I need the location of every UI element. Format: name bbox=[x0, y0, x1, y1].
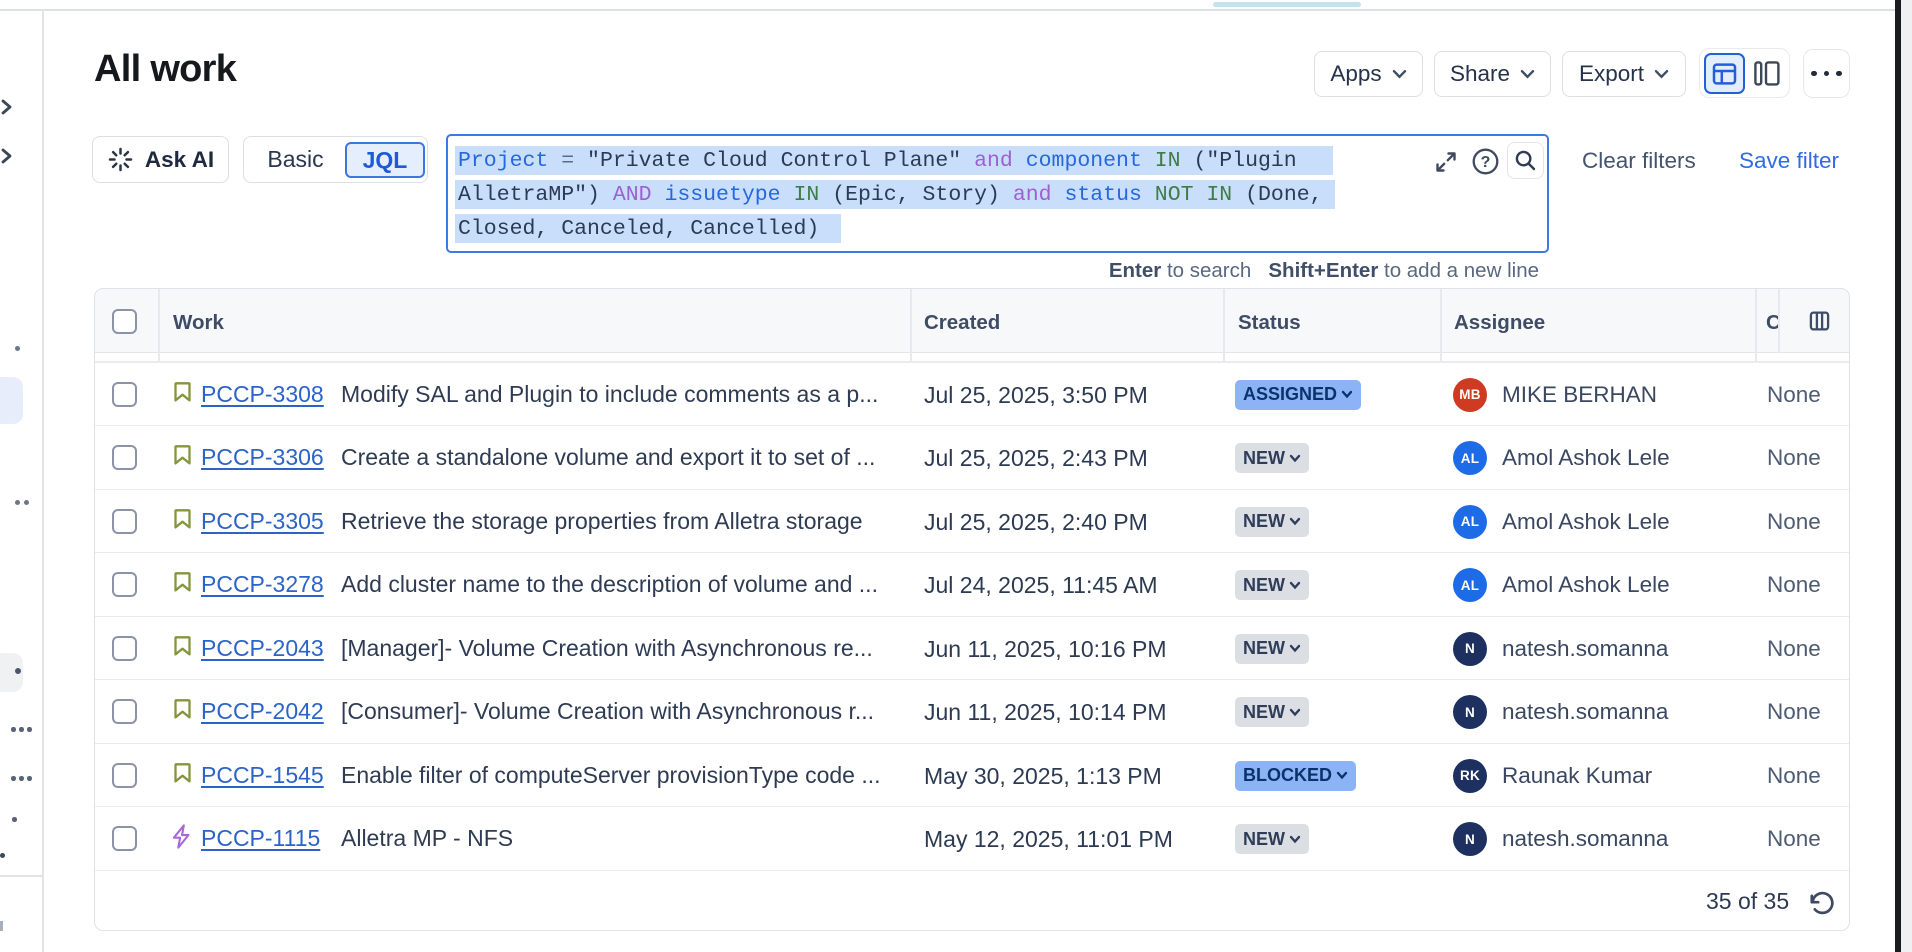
svg-text:?: ? bbox=[1481, 154, 1491, 171]
